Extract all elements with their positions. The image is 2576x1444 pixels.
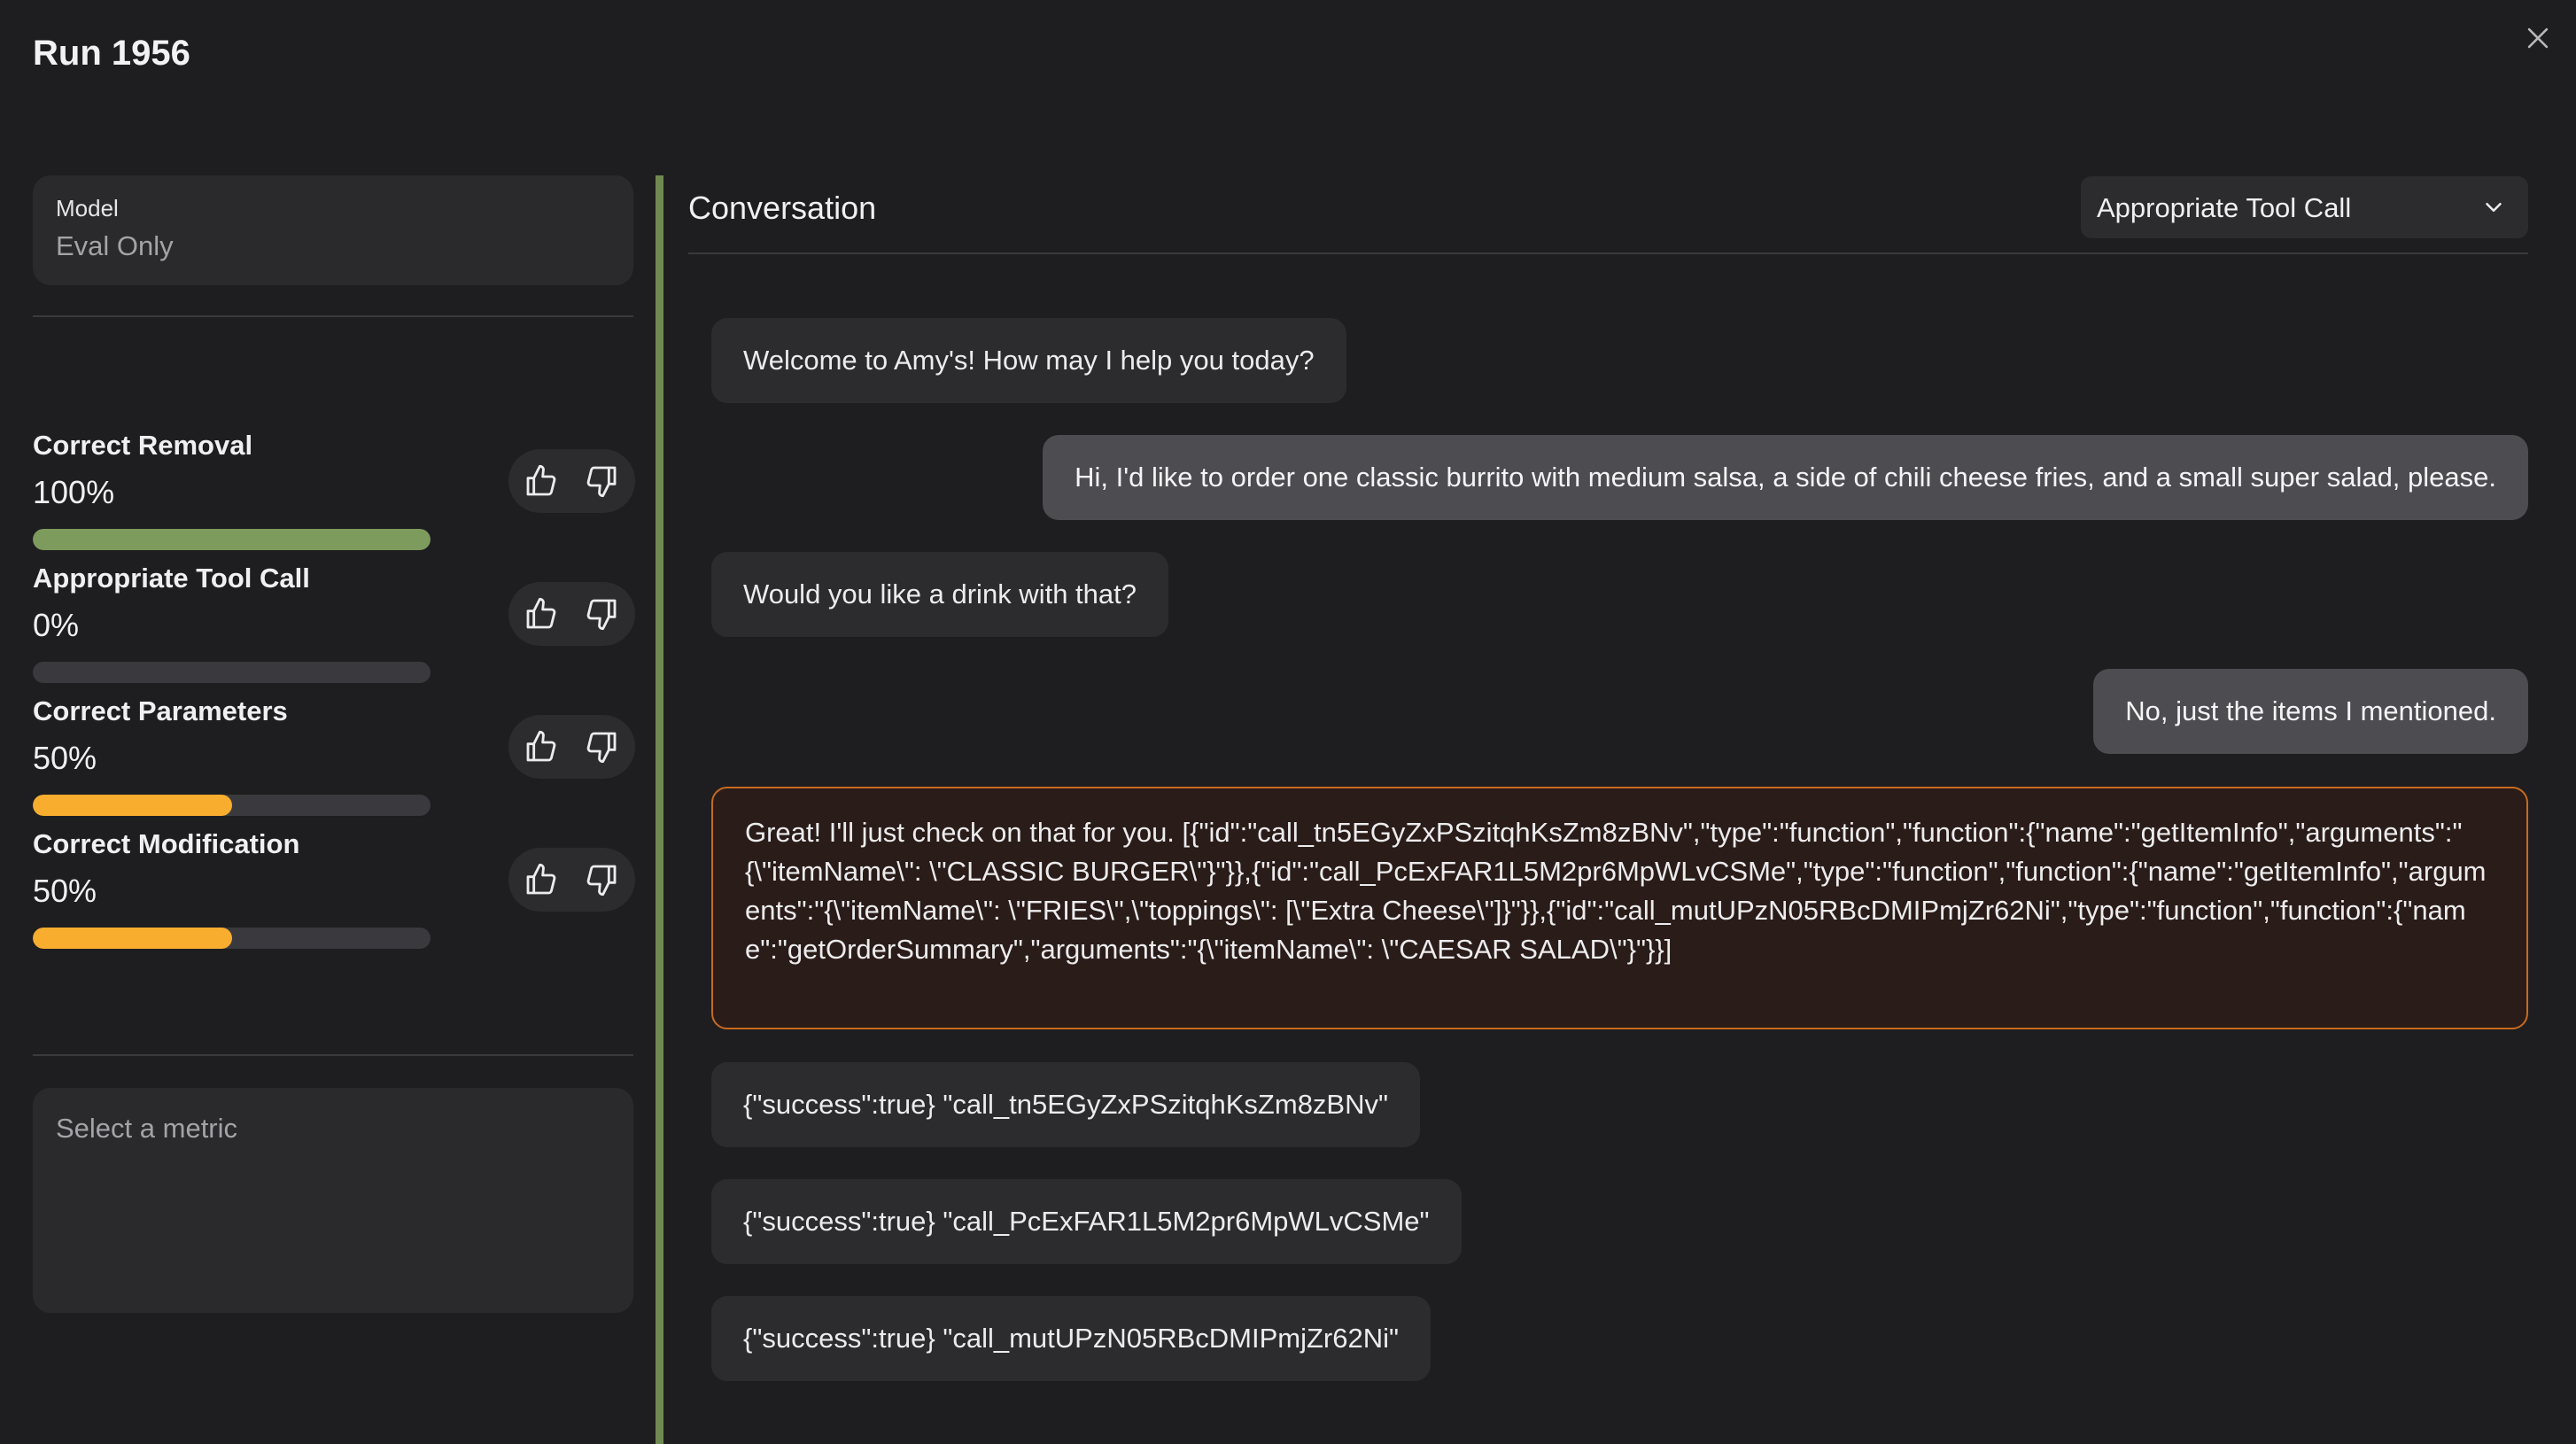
message-assistant: Would you like a drink with that? [711, 552, 1168, 637]
thumbs-down-button[interactable] [584, 463, 619, 499]
thumbs-down-icon[interactable] [584, 463, 619, 499]
progress-fill [33, 529, 431, 550]
divider [33, 1054, 633, 1056]
metric-value: 100% [33, 474, 115, 510]
thumbs-up-icon[interactable] [524, 729, 559, 765]
vote-group [508, 848, 635, 912]
thumbs-down-button[interactable] [584, 596, 619, 632]
chevron-down-icon [2486, 203, 2502, 212]
metric-correct-modification: Correct Modification 50% [33, 828, 635, 952]
progress-fill [33, 795, 232, 816]
divider [688, 252, 2528, 254]
progress-bar [33, 662, 431, 683]
metric-detail-placeholder: Select a metric [56, 1113, 238, 1144]
thumbs-down-button[interactable] [584, 729, 619, 765]
message-tool-result: {"success":true} "call_PcExFAR1L5M2pr6Mp… [711, 1179, 1462, 1264]
message-tool-result: {"success":true} "call_mutUPzN05RBcDMIPm… [711, 1296, 1432, 1381]
progress-bar [33, 928, 431, 949]
progress-bar [33, 795, 431, 816]
thumbs-up-icon[interactable] [524, 862, 559, 897]
metric-name: Correct Parameters [33, 695, 288, 726]
thumbs-up-button[interactable] [524, 729, 559, 765]
message-user: No, just the items I mentioned. [2093, 669, 2528, 754]
progress-fill [33, 928, 232, 949]
progress-bar [33, 529, 431, 550]
metric-correct-removal: Correct Removal 100% [33, 430, 635, 554]
metric-correct-parameters: Correct Parameters 50% [33, 695, 635, 819]
message-tool-call: Great! I'll just check on that for you. … [711, 787, 2528, 1029]
metric-value: 50% [33, 740, 97, 776]
dropdown-selected-value: Appropriate Tool Call [2097, 192, 2352, 223]
thumbs-down-icon[interactable] [584, 596, 619, 632]
metric-name: Appropriate Tool Call [33, 563, 310, 594]
vote-group [508, 582, 635, 646]
metric-filter-dropdown[interactable]: Appropriate Tool Call [2081, 176, 2528, 238]
panel-separator [656, 175, 663, 1444]
close-icon[interactable] [2523, 23, 2553, 53]
metric-appropriate-tool-call: Appropriate Tool Call 0% [33, 563, 635, 687]
message-user: Hi, I'd like to order one classic burrit… [1043, 435, 2528, 520]
page-title: Run 1956 [33, 34, 190, 73]
divider [33, 315, 633, 317]
close-button[interactable] [2523, 23, 2553, 53]
thumbs-down-icon[interactable] [584, 862, 619, 897]
model-label: Model [56, 195, 119, 221]
message-assistant: Welcome to Amy's! How may I help you tod… [711, 318, 1346, 403]
message-tool-result: {"success":true} "call_tn5EGyZxPSzitqhKs… [711, 1062, 1421, 1147]
thumbs-up-icon[interactable] [524, 596, 559, 632]
thumbs-up-icon[interactable] [524, 463, 559, 499]
metric-name: Correct Modification [33, 828, 300, 859]
conversation-title: Conversation [688, 190, 877, 226]
thumbs-up-button[interactable] [524, 463, 559, 499]
metric-detail-panel[interactable]: Select a metric [33, 1088, 633, 1313]
metric-value: 0% [33, 607, 80, 643]
model-value: Eval Only [56, 230, 174, 261]
thumbs-down-button[interactable] [584, 862, 619, 897]
metric-name: Correct Removal [33, 430, 253, 461]
vote-group [508, 449, 635, 513]
vote-group [508, 715, 635, 779]
thumbs-up-button[interactable] [524, 596, 559, 632]
model-card: Model Eval Only [33, 175, 633, 285]
thumbs-down-icon[interactable] [584, 729, 619, 765]
thumbs-up-button[interactable] [524, 862, 559, 897]
metric-value: 50% [33, 873, 97, 909]
